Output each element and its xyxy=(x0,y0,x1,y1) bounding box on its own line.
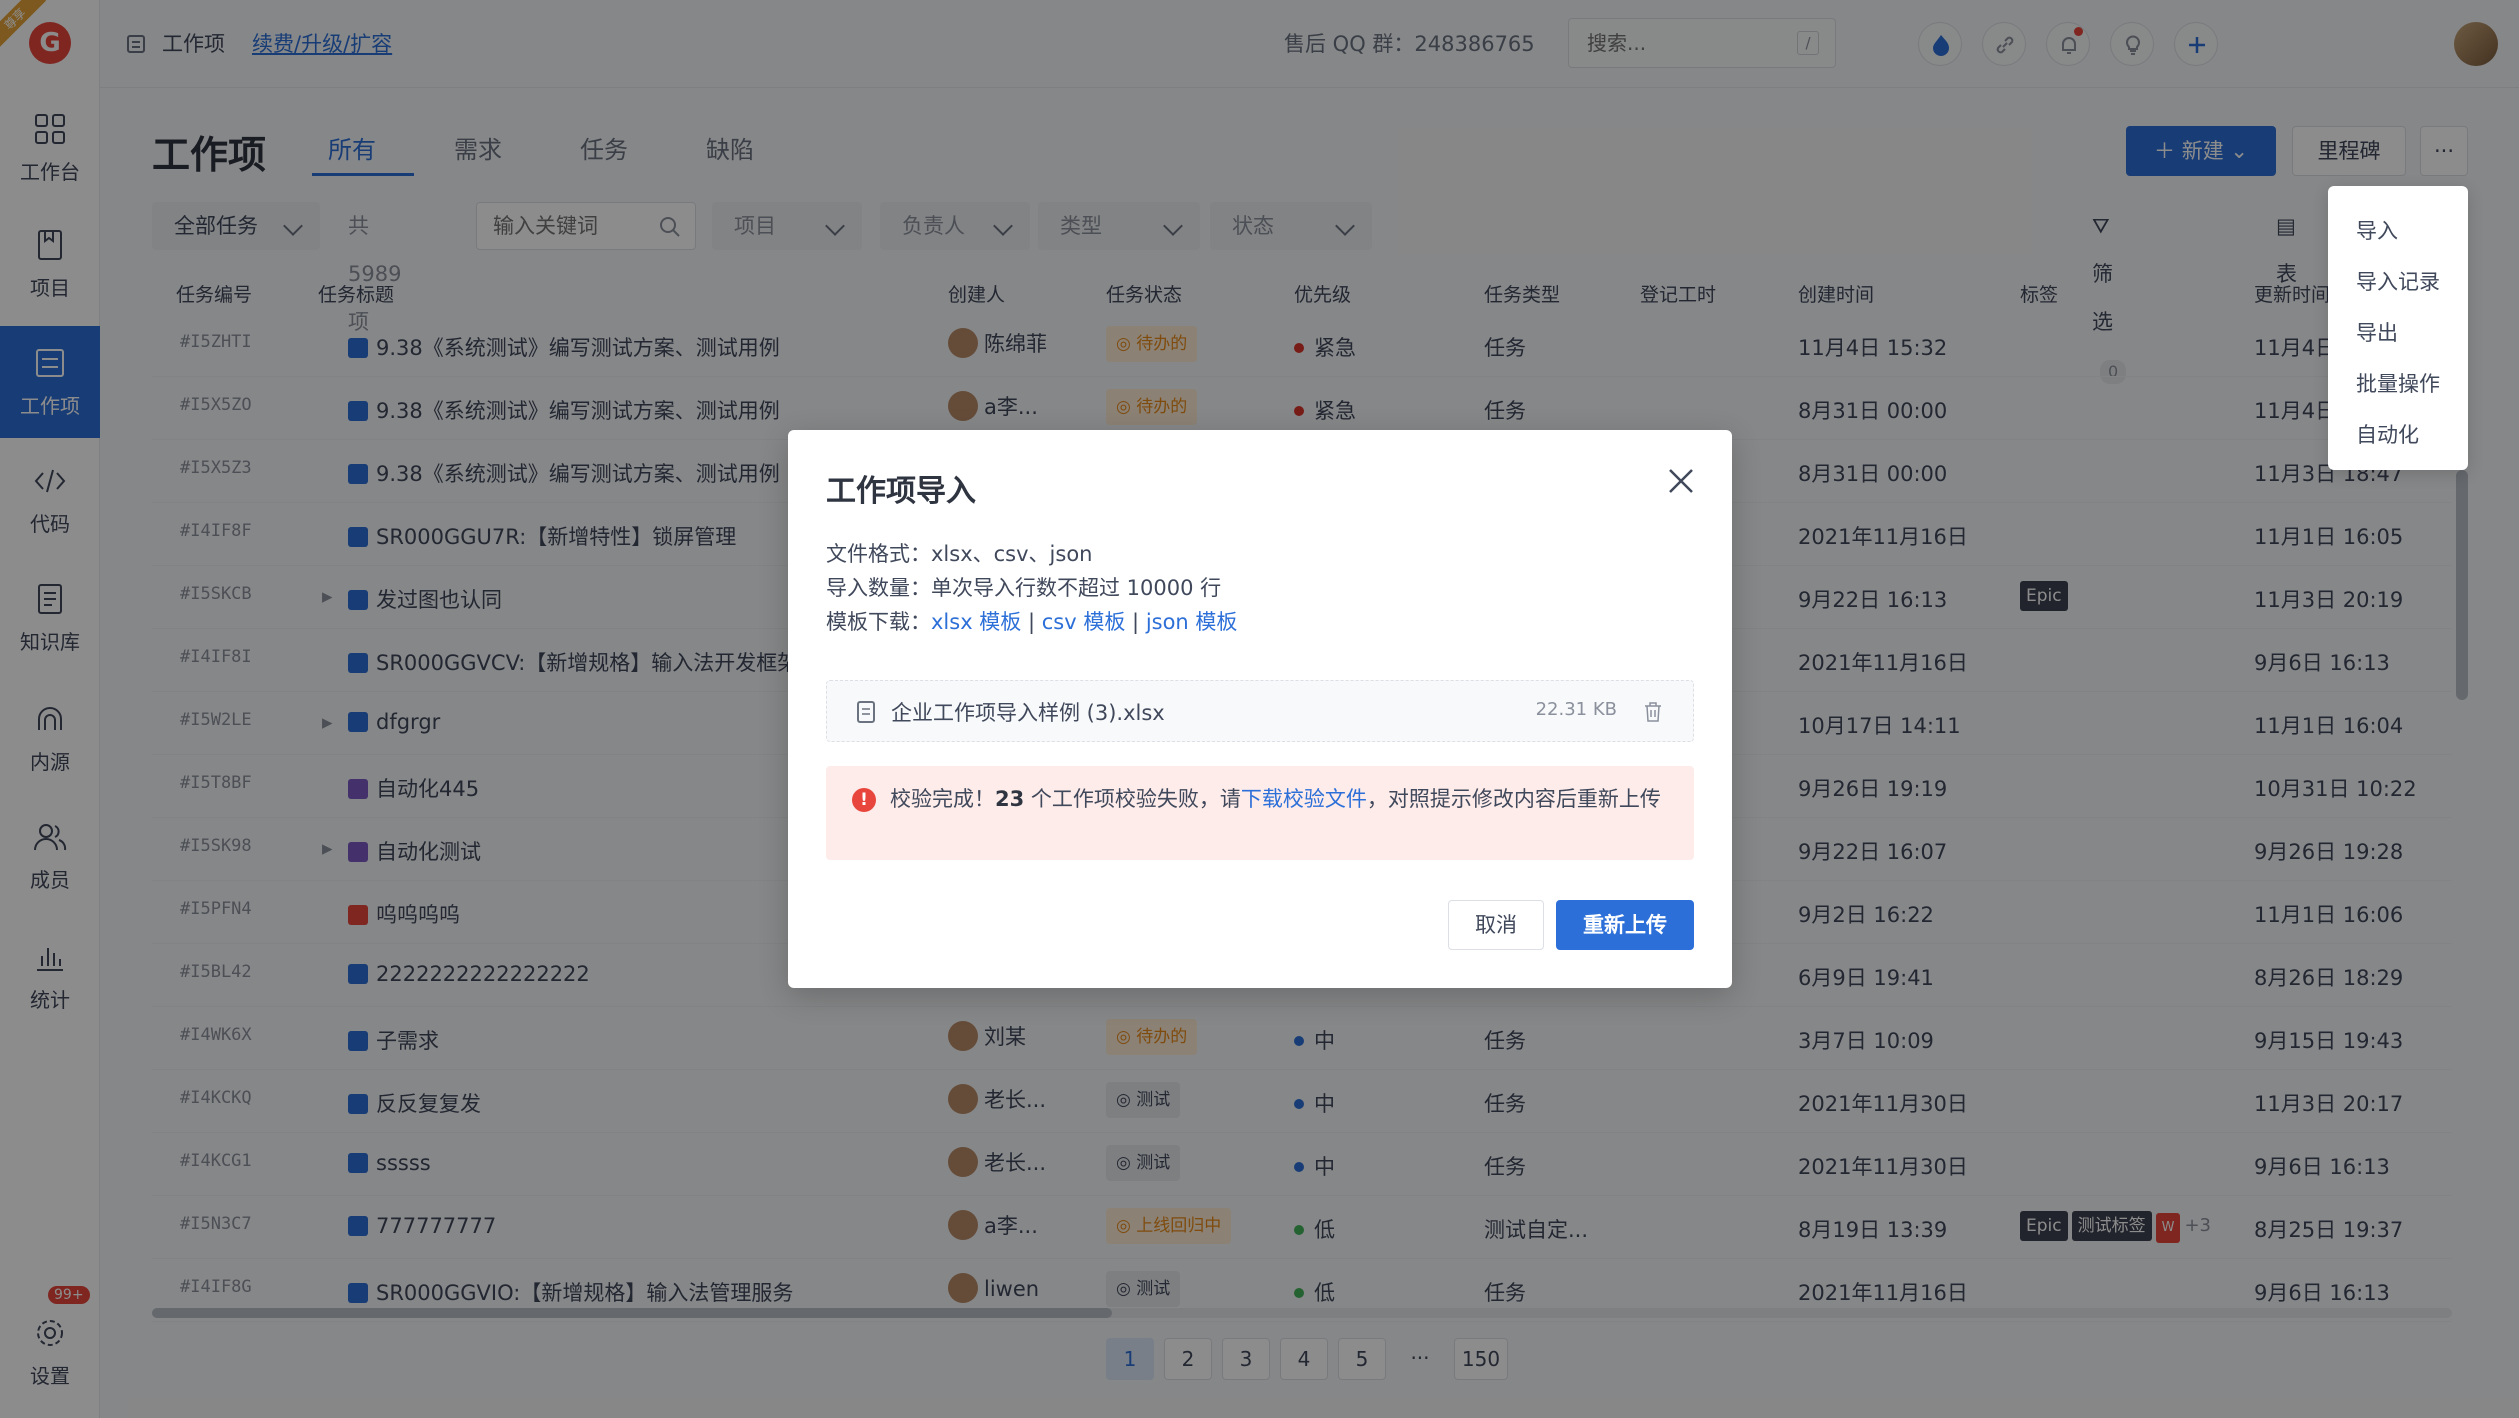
file-format-info: 文件格式：xlsx、csv、json xyxy=(826,542,1093,566)
file-icon xyxy=(857,701,875,723)
reupload-button[interactable]: 重新上传 xyxy=(1556,900,1694,950)
xlsx-template-link[interactable]: xlsx 模板 xyxy=(931,610,1021,634)
menu-item-import-history[interactable]: 导入记录 xyxy=(2328,257,2468,308)
validation-message: 校验完成！23 个工作项校验失败，请下载校验文件，对照提示修改内容后重新上传 xyxy=(890,787,1661,811)
menu-item-export[interactable]: 导出 xyxy=(2328,308,2468,359)
separator: | xyxy=(1028,610,1036,634)
template-label: 模板下载： xyxy=(826,610,931,634)
file-name: 企业工作项导入样例 (3).xlsx xyxy=(891,701,1165,725)
validation-error-alert: ! 校验完成！23 个工作项校验失败，请下载校验文件，对照提示修改内容后重新上传 xyxy=(826,766,1694,860)
csv-template-link[interactable]: csv 模板 xyxy=(1042,610,1126,634)
separator: | xyxy=(1132,610,1140,634)
download-validation-file-link[interactable]: 下载校验文件 xyxy=(1241,787,1367,811)
menu-item-batch-operations[interactable]: 批量操作 xyxy=(2328,359,2468,410)
menu-item-automation[interactable]: 自动化 xyxy=(2328,410,2468,461)
template-download: 模板下载：xlsx 模板 | csv 模板 | json 模板 xyxy=(826,606,1237,636)
import-dialog: 工作项导入 文件格式：xlsx、csv、json 导入数量：单次导入行数不超过 … xyxy=(788,430,1732,988)
more-actions-menu: 导入 导入记录 导出 批量操作 自动化 xyxy=(2328,186,2468,470)
dialog-title: 工作项导入 xyxy=(826,474,976,509)
close-icon[interactable] xyxy=(1664,464,1698,498)
cancel-button[interactable]: 取消 xyxy=(1448,900,1544,950)
import-limit-info: 导入数量：单次导入行数不超过 10000 行 xyxy=(826,576,1222,600)
failed-count: 23 xyxy=(995,787,1025,811)
trash-icon[interactable] xyxy=(1643,701,1663,723)
menu-item-import[interactable]: 导入 xyxy=(2328,206,2468,257)
json-template-link[interactable]: json 模板 xyxy=(1146,610,1238,634)
file-size: 22.31 KB xyxy=(1535,699,1617,720)
uploaded-file: 企业工作项导入样例 (3).xlsx 22.31 KB xyxy=(826,680,1694,742)
error-icon: ! xyxy=(852,788,876,812)
